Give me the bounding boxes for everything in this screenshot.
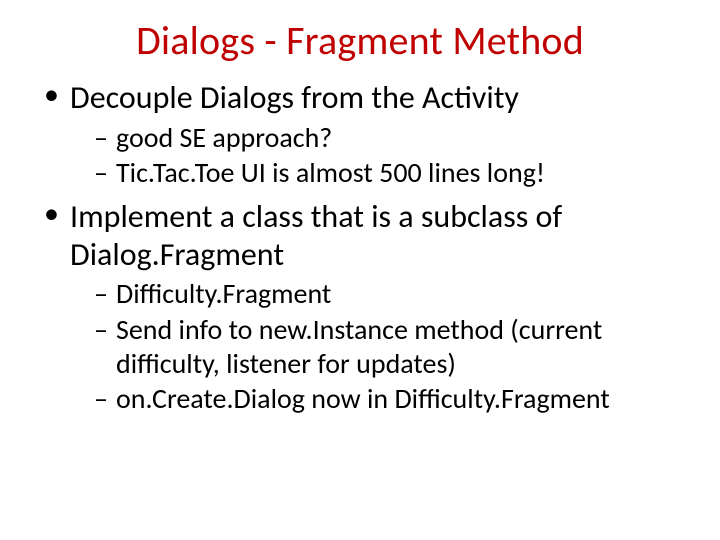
bullet-item: Implement a class that is a subclass of … bbox=[40, 198, 690, 416]
sub-bullet-text: Tic.Tac.Toe UI is almost 500 lines long! bbox=[116, 155, 545, 190]
sub-bullet-text: on.Create.Dialog now in Difficulty.Fragm… bbox=[116, 381, 610, 416]
sub-bullet-item: on.Create.Dialog now in Difficulty.Fragm… bbox=[94, 382, 690, 416]
sub-bullet-item: Tic.Tac.Toe UI is almost 500 lines long! bbox=[94, 156, 690, 190]
sub-bullet-list: Difficulty.Fragment Send info to new.Ins… bbox=[70, 277, 690, 415]
sub-bullet-item: Difficulty.Fragment bbox=[94, 277, 690, 311]
bullet-text: Decouple Dialogs from the Activity bbox=[70, 78, 519, 117]
sub-bullet-list: good SE approach? Tic.Tac.Toe UI is almo… bbox=[70, 121, 690, 190]
slide-title: Dialogs - Fragment Method bbox=[30, 16, 690, 65]
sub-bullet-text: Difficulty.Fragment bbox=[116, 276, 331, 311]
bullet-text: Implement a class that is a subclass of … bbox=[70, 197, 562, 274]
slide: Dialogs - Fragment Method Decouple Dialo… bbox=[0, 0, 720, 540]
bullet-item: Decouple Dialogs from the Activity good … bbox=[40, 79, 690, 190]
bullet-list: Decouple Dialogs from the Activity good … bbox=[30, 79, 690, 416]
sub-bullet-text: good SE approach? bbox=[116, 120, 332, 155]
sub-bullet-item: good SE approach? bbox=[94, 121, 690, 155]
sub-bullet-item: Send info to new.Instance method (curren… bbox=[94, 313, 690, 380]
sub-bullet-text: Send info to new.Instance method (curren… bbox=[116, 312, 602, 381]
